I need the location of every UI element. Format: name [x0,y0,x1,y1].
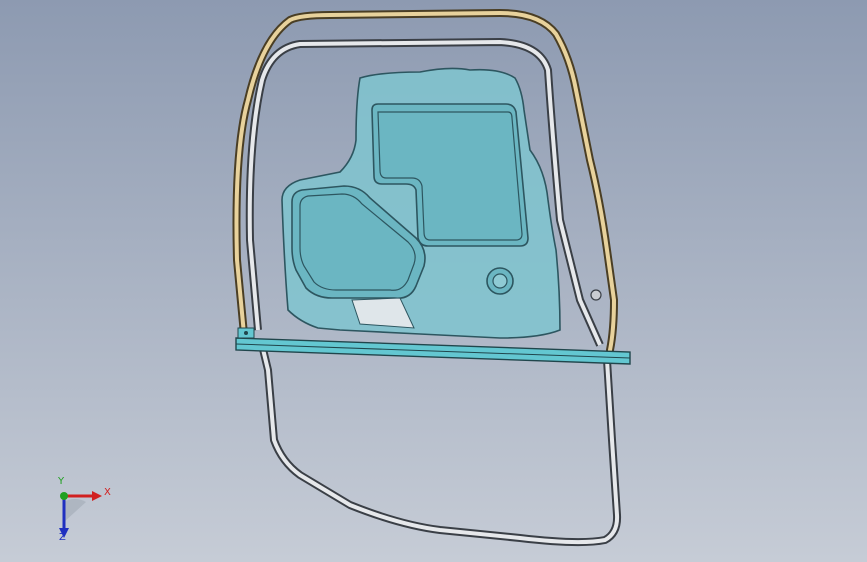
viewport-canvas [0,0,867,562]
z-axis-label: Z [59,532,66,543]
reference-triad: X Y Z [46,476,116,544]
hex-nut[interactable] [590,289,602,301]
y-axis-label: Y [58,476,65,487]
x-axis-label: X [104,487,111,498]
graphics-viewport[interactable]: X Y Z [0,0,867,562]
